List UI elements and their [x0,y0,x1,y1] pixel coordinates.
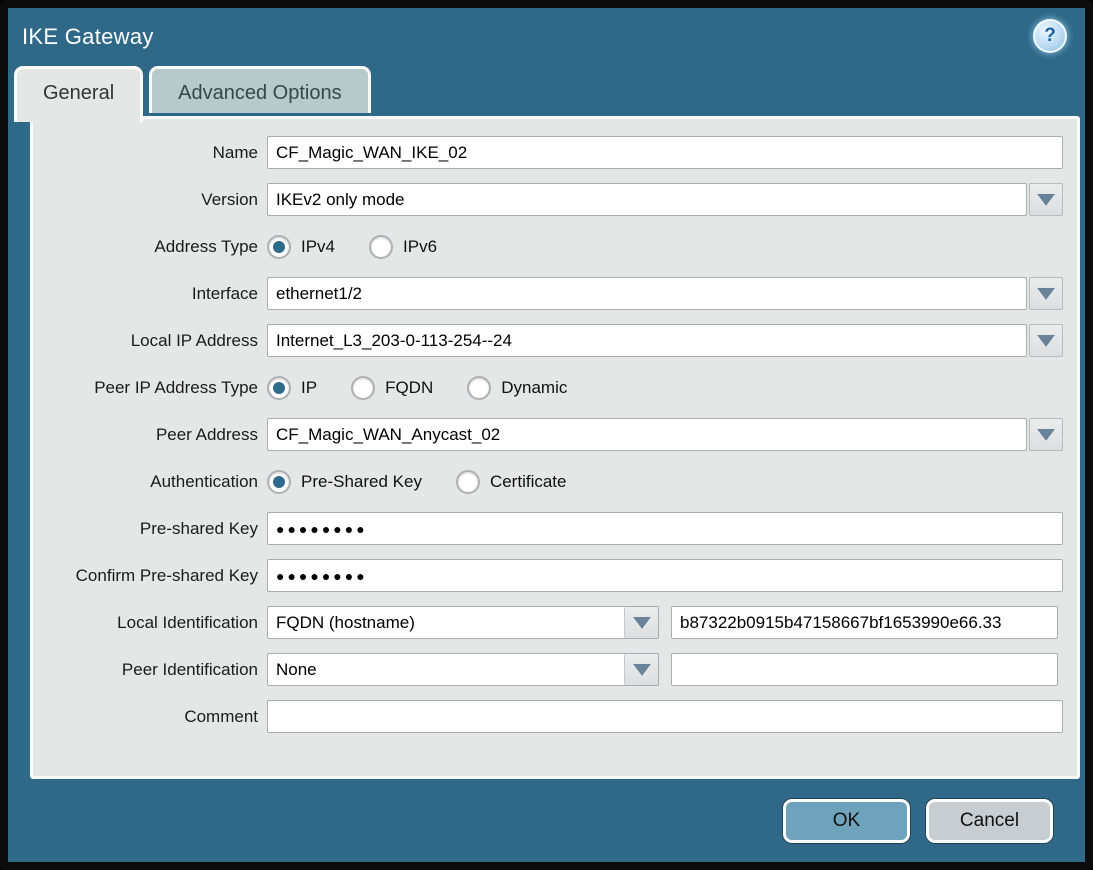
chevron-down-icon [1037,335,1055,347]
local-ip-address-dropdown-button[interactable] [1029,324,1063,357]
confirm-pre-shared-key-row: Confirm Pre-shared Key [33,559,1063,592]
cancel-button[interactable]: Cancel [926,799,1053,843]
radio-dynamic-label: Dynamic [501,378,567,398]
version-input[interactable] [267,183,1027,216]
radio-certificate-label: Certificate [490,472,567,492]
confirm-pre-shared-key-label: Confirm Pre-shared Key [33,566,267,586]
version-dropdown-button[interactable] [1029,183,1063,216]
peer-identification-dropdown-button[interactable] [624,654,658,685]
peer-ip-address-type-label: Peer IP Address Type [33,378,267,398]
radio-selected-icon [267,376,291,400]
peer-address-input[interactable] [267,418,1027,451]
local-identification-type-value: FQDN (hostname) [268,613,624,633]
tab-advanced-options[interactable]: Advanced Options [149,66,370,113]
chevron-down-icon [1037,194,1055,206]
interface-row: Interface [33,277,1063,310]
peer-identification-type-value: None [268,660,624,680]
question-mark-glyph: ? [1044,25,1056,47]
radio-ipv4[interactable]: IPv4 [267,235,335,259]
tab-bar: General Advanced Options [14,66,371,119]
comment-label: Comment [33,707,267,727]
radio-ipv4-label: IPv4 [301,237,335,257]
footer-button-bar: OK Cancel [783,799,1053,843]
authentication-row: Authentication Pre-Shared Key Certificat… [33,465,1063,498]
local-ip-address-input[interactable] [267,324,1027,357]
chevron-down-icon [1037,288,1055,300]
chevron-down-icon [633,664,651,676]
comment-input[interactable] [267,700,1063,733]
radio-pre-shared-key[interactable]: Pre-Shared Key [267,470,422,494]
address-type-row: Address Type IPv4 IPv6 [33,230,1063,263]
peer-identification-type-select[interactable]: None [267,653,659,686]
peer-identification-label: Peer Identification [33,660,267,680]
local-identification-label: Local Identification [33,613,267,633]
peer-address-row: Peer Address [33,418,1063,451]
peer-address-dropdown-button[interactable] [1029,418,1063,451]
dialog-title: IKE Gateway [22,24,154,50]
ok-button[interactable]: OK [783,799,910,843]
address-type-label: Address Type [33,237,267,257]
version-label: Version [33,190,267,210]
local-identification-value-input[interactable] [671,606,1058,639]
radio-fqdn-label: FQDN [385,378,433,398]
name-input[interactable] [267,136,1063,169]
peer-ip-address-type-row: Peer IP Address Type IP FQDN Dynamic [33,371,1063,404]
name-label: Name [33,143,267,163]
radio-unselected-icon [351,376,375,400]
radio-ipv6[interactable]: IPv6 [369,235,437,259]
confirm-pre-shared-key-input[interactable] [267,559,1063,592]
radio-selected-icon [267,235,291,259]
local-ip-address-row: Local IP Address [33,324,1063,357]
peer-address-label: Peer Address [33,425,267,445]
radio-dynamic[interactable]: Dynamic [467,376,567,400]
radio-unselected-icon [467,376,491,400]
interface-input[interactable] [267,277,1027,310]
local-identification-row: Local Identification FQDN (hostname) [33,606,1063,639]
radio-pre-shared-key-label: Pre-Shared Key [301,472,422,492]
radio-ip[interactable]: IP [267,376,317,400]
comment-row: Comment [33,700,1063,733]
pre-shared-key-input[interactable] [267,512,1063,545]
radio-certificate[interactable]: Certificate [456,470,567,494]
peer-identification-value-input[interactable] [671,653,1058,686]
ike-gateway-dialog: IKE Gateway ? General Advanced Options N… [0,0,1093,870]
peer-identification-row: Peer Identification None [33,653,1063,686]
radio-unselected-icon [456,470,480,494]
radio-fqdn[interactable]: FQDN [351,376,433,400]
radio-ipv6-label: IPv6 [403,237,437,257]
version-row: Version [33,183,1063,216]
radio-selected-icon [267,470,291,494]
tab-general[interactable]: General [14,66,143,122]
radio-ip-label: IP [301,378,317,398]
interface-dropdown-button[interactable] [1029,277,1063,310]
authentication-label: Authentication [33,472,267,492]
pre-shared-key-row: Pre-shared Key [33,512,1063,545]
title-bar: IKE Gateway [8,8,1085,66]
local-identification-type-select[interactable]: FQDN (hostname) [267,606,659,639]
name-row: Name [33,136,1063,169]
interface-label: Interface [33,284,267,304]
help-icon[interactable]: ? [1033,19,1067,53]
general-tab-panel: Name Version Address Type IPv4 [30,116,1080,779]
chevron-down-icon [633,617,651,629]
local-ip-address-label: Local IP Address [33,331,267,351]
chevron-down-icon [1037,429,1055,441]
pre-shared-key-label: Pre-shared Key [33,519,267,539]
local-identification-dropdown-button[interactable] [624,607,658,638]
radio-unselected-icon [369,235,393,259]
